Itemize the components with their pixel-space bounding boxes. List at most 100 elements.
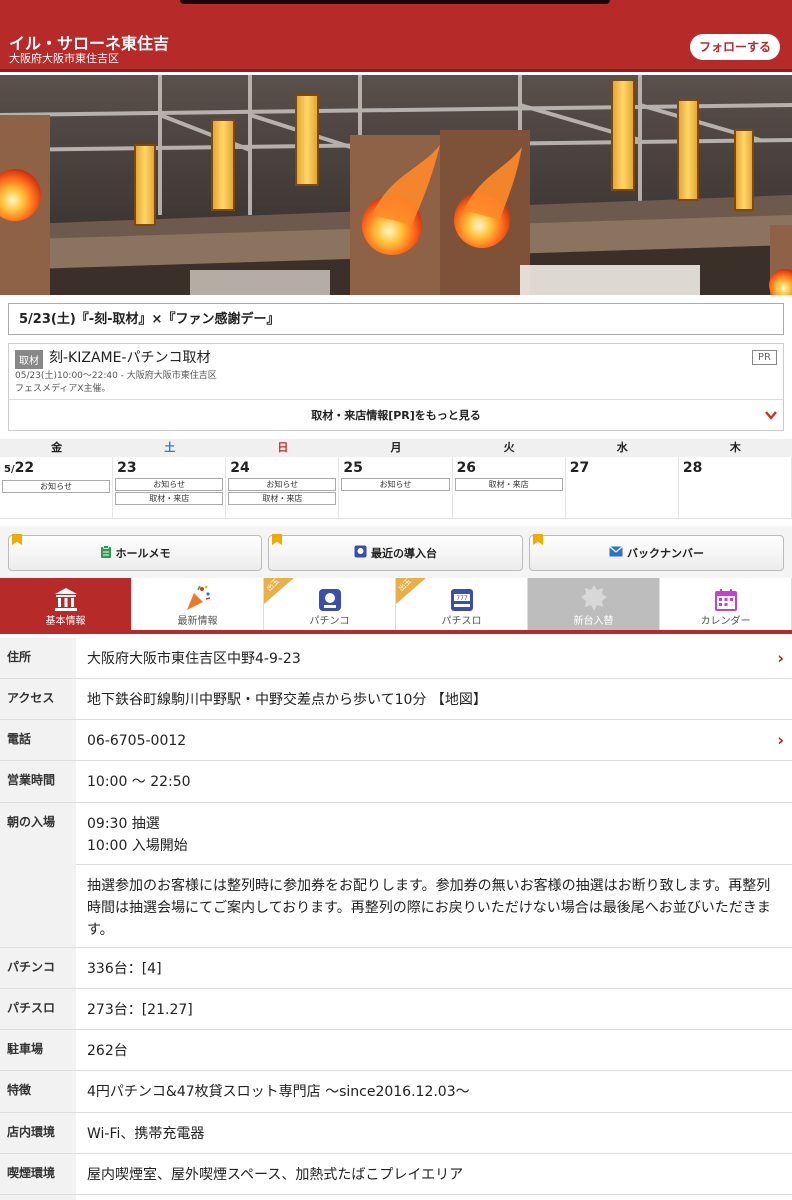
info-row-address[interactable]: 住所 大阪府大阪市東住吉区中野4-9-23 › — [0, 638, 792, 679]
info-value: 10:00 〜 22:50 — [87, 774, 191, 790]
calendar-day[interactable]: 24 お知らせ 取材・来店 — [226, 457, 340, 519]
info-row-phone[interactable]: 電話 06-6705-0012 › — [0, 720, 792, 761]
info-value: 06-6705-0012 — [87, 733, 187, 749]
calendar-tag[interactable]: お知らせ — [115, 478, 224, 491]
info-row-features: 特徴 4円パチンコ&47枚貸スロット専門店 〜since2016.12.03〜 — [0, 1071, 792, 1113]
tab-pachislo-label: パチスロ — [441, 616, 482, 627]
pr-card[interactable]: 取材 刻-KIZAME-パチンコ取材 PR 05/23(土)10:00〜22:4… — [8, 343, 784, 431]
info-value: Wi-Fi、携帯充電器 — [87, 1126, 205, 1142]
calendar-day[interactable]: 23 お知らせ 取材・来店 — [113, 457, 227, 519]
calendar-date: 22 — [14, 460, 35, 476]
event-title-bar[interactable]: 5/23(土)『-刻-取材』×『ファン感謝デー』 — [8, 303, 784, 335]
entry-open-time: 10:00 入場開始 — [87, 838, 188, 854]
info-row-access: アクセス 地下鉄谷町線駒川中野駅・中野交差点から歩いて10分 【地図】 — [0, 679, 792, 720]
event-calendar: 金 土 日 月 火 水 木 5/22 お知らせ 23 お知らせ 取材・来店 24… — [0, 439, 792, 519]
calendar-tag[interactable]: お知らせ — [228, 478, 337, 491]
calendar-day[interactable]: 25 お知らせ — [339, 457, 453, 519]
party-popper-icon — [132, 578, 263, 612]
info-row-parking: 駐車場 262台 — [0, 1030, 792, 1071]
pr-badge: PR — [752, 350, 777, 365]
info-row-hours: 営業時間 10:00 〜 22:50 — [0, 761, 792, 803]
calendar-day[interactable]: 28 — [678, 457, 792, 519]
info-value: 262台 — [87, 1043, 128, 1059]
info-key: アクセス — [0, 679, 76, 719]
info-value: 屋内喫煙室、屋外喫煙スペース、加熱式たばこプレイエリア — [87, 1167, 464, 1183]
info-key: 喫煙環境 — [0, 1154, 76, 1194]
hall-banner-image — [0, 75, 792, 295]
calendar-icon — [660, 578, 791, 612]
calendar-day[interactable]: 27 — [565, 457, 679, 519]
tab-basic-info[interactable]: 基本情報 — [0, 578, 132, 630]
app-header: イル・サローネ東住吉 大阪府大阪市東住吉区 フォローする — [0, 0, 792, 72]
info-row-environment: 店内環境 Wi-Fi、携帯充電器 — [0, 1113, 792, 1154]
bookmark-flag-icon — [12, 534, 22, 545]
hall-info-table: 住所 大阪府大阪市東住吉区中野4-9-23 › アクセス 地下鉄谷町線駒川中野駅… — [0, 638, 792, 1200]
info-key: 営業時間 — [0, 761, 76, 802]
bookmark-flag-icon — [533, 534, 543, 545]
back-number-button[interactable]: バックナンバー — [529, 534, 784, 571]
calendar-tag[interactable]: お知らせ — [2, 480, 111, 493]
calendar-tag[interactable]: 取材・来店 — [115, 492, 224, 505]
info-row-pachinko: パチンコ 336台：[4] — [0, 948, 792, 989]
info-value[interactable]: 地下鉄谷町線駒川中野駅・中野交差点から歩いて10分 【地図】 — [76, 679, 792, 719]
info-value: 4円パチンコ&47枚貸スロット専門店 〜since2016.12.03〜 — [87, 1084, 470, 1100]
calendar-tag[interactable]: お知らせ — [341, 478, 450, 491]
weekday-wed: 水 — [616, 441, 628, 454]
follow-button[interactable]: フォローする — [690, 34, 780, 60]
info-value: 273台：[21.27] — [87, 1002, 193, 1018]
weekday-thu: 木 — [729, 441, 741, 454]
info-value: 大阪府大阪市東住吉区中野4-9-23 — [87, 651, 301, 667]
weekday-tue: 火 — [503, 441, 515, 454]
tab-pachinko[interactable]: 出玉 パチンコ — [264, 578, 396, 630]
info-row-pachislo: パチスロ 273台：[21.27] — [0, 989, 792, 1030]
tab-latest-news[interactable]: 最新情報 — [132, 578, 264, 630]
tab-pachislo[interactable]: 出玉 777 パチスロ — [396, 578, 528, 630]
mail-icon — [609, 546, 623, 560]
clipboard-icon — [100, 544, 112, 562]
hall-location: 大阪府大阪市東住吉区 — [9, 52, 119, 65]
info-key: 朝の入場 — [0, 803, 76, 947]
building-icon — [0, 578, 131, 612]
calendar-tag[interactable]: 取材・来店 — [454, 478, 563, 491]
recent-machines-button[interactable]: 最近の導入台 — [268, 534, 523, 571]
entry-lottery-time: 09:30 抽選 — [87, 816, 160, 832]
tab-pachinko-label: パチンコ — [309, 616, 350, 627]
calendar-day[interactable]: 5/22 お知らせ — [0, 457, 114, 519]
pr-more-link[interactable]: 取材・来店情報[PR]をもっと見る — [9, 399, 783, 431]
tab-calendar-label: カレンダー — [700, 616, 751, 627]
info-key: 特徴 — [0, 1071, 76, 1112]
info-key: 店内環境 — [0, 1113, 76, 1153]
chevron-down-icon — [765, 400, 777, 432]
tab-latest-news-label: 最新情報 — [177, 616, 218, 627]
pr-datetime: 05/23(土)10:00〜22:40 - 大阪府大阪市東住吉区 — [15, 371, 217, 381]
info-row-next — [0, 1195, 792, 1200]
svg-text:777: 777 — [456, 595, 468, 602]
hall-tab-bar: 基本情報 最新情報 出玉 パチンコ 出玉 777 パチスロ 新台入替 カレンダー — [0, 578, 792, 634]
info-key: パチスロ — [0, 989, 76, 1029]
calendar-day[interactable]: 26 取材・来店 — [452, 457, 566, 519]
tab-new-machines[interactable]: 新台入替 — [528, 578, 660, 630]
calendar-month: 5/ — [4, 464, 15, 475]
machine-icon — [354, 545, 367, 561]
pr-more-label: 取材・来店情報[PR]をもっと見る — [311, 409, 481, 422]
bookmark-flag-icon — [272, 534, 282, 545]
info-row-smoking: 喫煙環境 屋内喫煙室、屋外喫煙スペース、加熱式たばこプレイエリア — [0, 1154, 792, 1195]
recent-machines-label: 最近の導入台 — [371, 547, 437, 560]
chevron-right-icon: › — [777, 648, 784, 668]
pr-organizer: フェスメディアX主催。 — [15, 384, 111, 394]
hall-memo-button[interactable]: ホールメモ — [8, 534, 262, 571]
calendar-date: 28 — [682, 460, 703, 476]
calendar-weekday-row: 金 土 日 月 火 水 木 — [0, 439, 792, 457]
weekday-sat: 土 — [164, 441, 176, 454]
info-key: 電話 — [0, 720, 76, 760]
calendar-date: 24 — [230, 460, 250, 476]
weekday-mon: 月 — [390, 441, 402, 454]
calendar-tag[interactable]: 取材・来店 — [228, 492, 337, 505]
pr-title[interactable]: 刻-KIZAME-パチンコ取材 — [49, 347, 211, 367]
calendar-date: 23 — [117, 460, 137, 476]
pr-category-tag: 取材 — [15, 350, 43, 369]
entry-note: 抽選参加のお客様には整列時に参加券をお配りします。参加券の無いお客様の抽選はお断… — [87, 878, 771, 938]
tab-calendar[interactable]: カレンダー — [660, 578, 792, 630]
tab-basic-info-label: 基本情報 — [45, 616, 86, 627]
calendar-date: 27 — [569, 460, 590, 476]
